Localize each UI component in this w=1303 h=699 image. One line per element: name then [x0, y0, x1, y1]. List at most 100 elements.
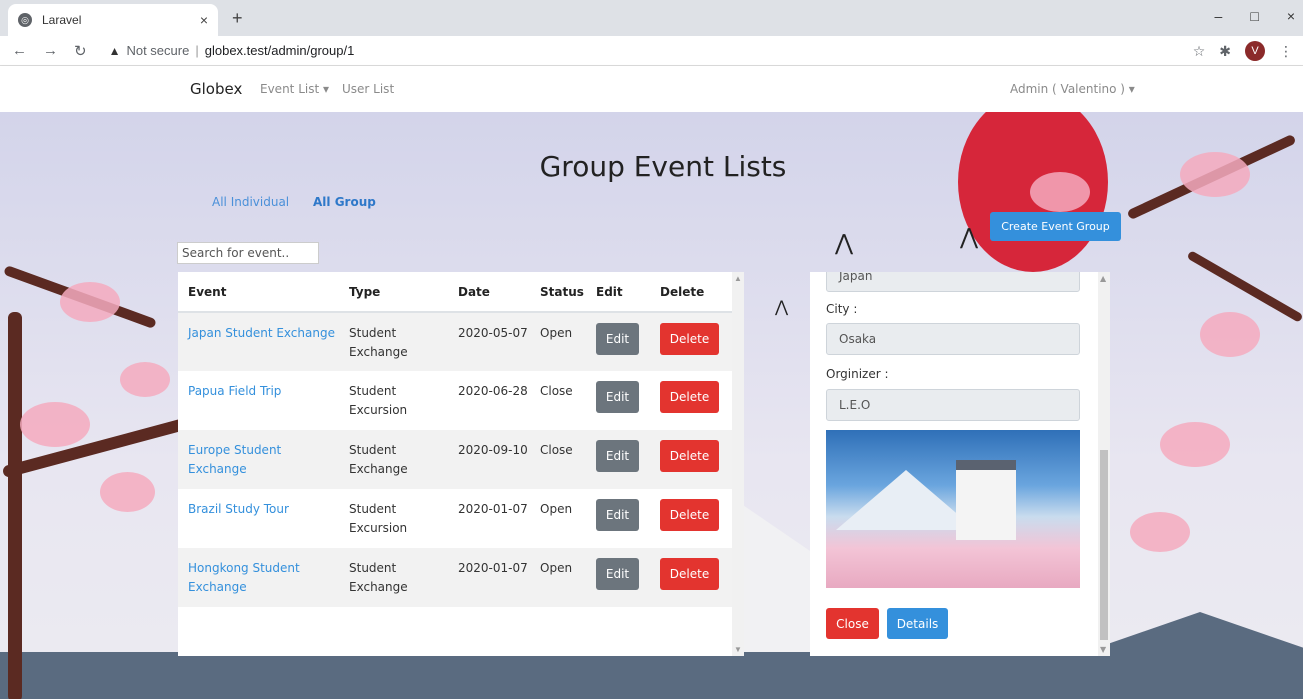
nav-event-list[interactable]: Event List ▾: [260, 82, 329, 96]
filter-all-group[interactable]: All Group: [313, 195, 376, 209]
delete-cell: Delete: [650, 312, 732, 371]
city-label: City :: [826, 302, 858, 316]
event-link[interactable]: Europe Student Exchange: [188, 443, 281, 476]
tab-title: Laravel: [42, 13, 82, 27]
header-type: Type: [339, 272, 448, 313]
type-cell: Student Exchange: [349, 443, 408, 476]
table-row: Hongkong Student Exchange Student Exchan…: [178, 548, 732, 607]
omnibox-separator: |: [195, 43, 199, 58]
maximize-icon[interactable]: □: [1250, 8, 1258, 24]
mount-fuji-shape: [836, 470, 976, 530]
type-cell: Student Exchange: [349, 326, 408, 359]
blossom: [120, 362, 170, 397]
edit-cell: Edit: [586, 312, 650, 371]
header-date: Date: [448, 272, 530, 313]
event-cell: Papua Field Trip: [178, 371, 339, 430]
browser-tab-bar: ◎ Laravel × + – □ ×: [0, 0, 1303, 36]
profile-avatar[interactable]: V: [1245, 41, 1265, 61]
scroll-down-icon[interactable]: ▼: [1100, 645, 1106, 654]
window-controls: – □ ×: [1215, 8, 1295, 24]
extensions-icon[interactable]: ✱: [1219, 43, 1231, 60]
edit-cell: Edit: [586, 489, 650, 548]
edit-button[interactable]: Edit: [596, 440, 639, 472]
edit-cell: Edit: [586, 430, 650, 489]
nav-user-list[interactable]: User List: [342, 82, 394, 96]
filter-all-individual[interactable]: All Individual: [212, 195, 289, 209]
type-cell: Student Excursion: [349, 384, 408, 417]
window-close-icon[interactable]: ×: [1287, 8, 1295, 24]
country-field: Japan: [826, 272, 1080, 292]
delete-button[interactable]: Delete: [660, 440, 719, 472]
search-input[interactable]: [177, 242, 319, 264]
table-scrollbar[interactable]: ▲ ▼: [732, 272, 744, 656]
browser-tab[interactable]: ◎ Laravel ×: [8, 4, 218, 36]
scroll-up-icon[interactable]: ▲: [1100, 274, 1106, 283]
event-link[interactable]: Brazil Study Tour: [188, 502, 289, 516]
delete-button[interactable]: Delete: [660, 499, 719, 531]
blossom: [1200, 312, 1260, 357]
edit-button[interactable]: Edit: [596, 558, 639, 590]
delete-cell: Delete: [650, 489, 732, 548]
bird-icon: ⋀: [960, 224, 979, 249]
organizer-field: L.E.O: [826, 389, 1080, 421]
brand-logo[interactable]: Globex: [190, 80, 242, 98]
table-row: Japan Student Exchange Student Exchange …: [178, 312, 732, 371]
scroll-down-icon[interactable]: ▼: [734, 645, 742, 654]
table-row: Papua Field Trip Student Excursion 2020-…: [178, 371, 732, 430]
scroll-up-icon[interactable]: ▲: [734, 274, 742, 283]
type-cell: Student Exchange: [349, 561, 408, 594]
toolbar-actions: ☆ ✱ V ⋮: [1193, 41, 1293, 61]
reload-icon[interactable]: ↻: [74, 42, 87, 60]
user-menu[interactable]: Admin ( Valentino ) ▾: [1010, 82, 1135, 96]
table-row: Brazil Study Tour Student Excursion 2020…: [178, 489, 732, 548]
header-status: Status: [530, 272, 586, 313]
security-label: Not secure: [126, 43, 190, 58]
event-image: [826, 430, 1080, 588]
edit-button[interactable]: Edit: [596, 499, 639, 531]
star-icon[interactable]: ☆: [1193, 43, 1206, 60]
close-tab-icon[interactable]: ×: [200, 12, 208, 28]
header-event: Event: [178, 272, 339, 313]
scrollbar-thumb[interactable]: [1100, 450, 1108, 640]
create-event-group-button[interactable]: Create Event Group: [990, 212, 1121, 241]
forward-icon[interactable]: →: [43, 42, 58, 59]
delete-button[interactable]: Delete: [660, 323, 719, 355]
globe-icon: ◎: [18, 13, 32, 27]
event-detail-panel: Japan City : Osaka Orginizer : L.E.O Clo…: [810, 272, 1110, 656]
back-icon[interactable]: ←: [12, 42, 27, 59]
event-table: Event Type Date Status Edit Delete Japan…: [178, 272, 732, 607]
minimize-icon[interactable]: –: [1215, 8, 1223, 24]
edit-button[interactable]: Edit: [596, 381, 639, 413]
detail-scrollbar[interactable]: ▲ ▼: [1098, 272, 1110, 656]
bird-icon: ⋀: [775, 299, 789, 316]
blossom: [1130, 512, 1190, 552]
tree-branch: [1186, 250, 1303, 323]
event-link[interactable]: Papua Field Trip: [188, 384, 281, 398]
delete-button[interactable]: Delete: [660, 381, 719, 413]
blossom: [20, 402, 90, 447]
delete-cell: Delete: [650, 548, 732, 607]
date-cell: 2020-06-28: [458, 384, 528, 398]
address-bar: ← → ↻ ▲ Not secure | globex.test/admin/g…: [0, 36, 1303, 66]
status-cell: Open: [540, 502, 573, 516]
status-cell: Close: [540, 384, 573, 398]
event-link[interactable]: Japan Student Exchange: [188, 326, 335, 340]
menu-dots-icon[interactable]: ⋮: [1279, 43, 1293, 60]
new-tab-button[interactable]: +: [232, 8, 243, 29]
warning-icon: ▲: [108, 43, 121, 58]
omnibox[interactable]: ▲ Not secure | globex.test/admin/group/1: [109, 43, 355, 58]
event-cell: Europe Student Exchange: [178, 430, 339, 489]
edit-cell: Edit: [586, 371, 650, 430]
city-field: Osaka: [826, 323, 1080, 355]
close-button[interactable]: Close: [826, 608, 879, 639]
delete-cell: Delete: [650, 371, 732, 430]
event-link[interactable]: Hongkong Student Exchange: [188, 561, 300, 594]
edit-button[interactable]: Edit: [596, 323, 639, 355]
delete-button[interactable]: Delete: [660, 558, 719, 590]
date-cell: 2020-09-10: [458, 443, 528, 457]
blossom: [1160, 422, 1230, 467]
page-title: Group Event Lists: [539, 150, 787, 183]
organizer-label: Orginizer :: [826, 367, 889, 381]
mountain-base: [0, 652, 1303, 699]
details-button[interactable]: Details: [887, 608, 948, 639]
